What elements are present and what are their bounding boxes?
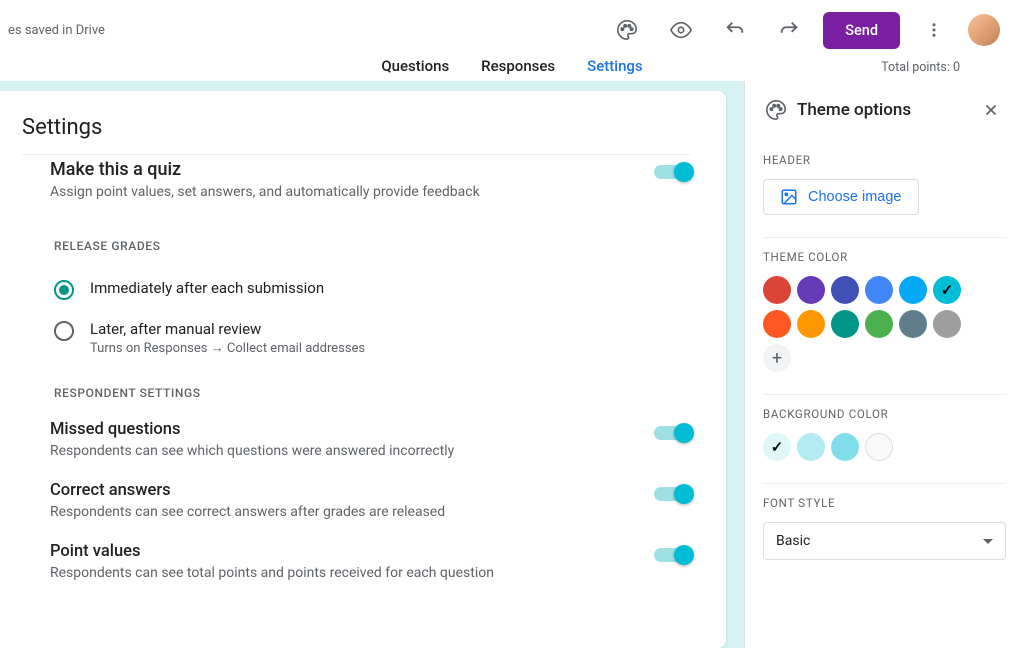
- eye-icon: [670, 19, 692, 41]
- radio-label-immediately: Immediately after each submission: [90, 279, 324, 297]
- release-grades-label: RELEASE GRADES: [22, 219, 690, 269]
- theme-color-swatch[interactable]: [865, 276, 893, 304]
- close-theme-button[interactable]: [978, 97, 1004, 123]
- radio-icon: [54, 280, 74, 300]
- radio-sub-later: Turns on Responses → Collect email addre…: [90, 340, 365, 356]
- theme-color-swatch[interactable]: [831, 310, 859, 338]
- theme-color-swatch[interactable]: [763, 310, 791, 338]
- settings-title: Settings: [22, 115, 690, 155]
- radio-later[interactable]: Later, after manual review Turns on Resp…: [54, 310, 690, 366]
- radio-immediately[interactable]: Immediately after each submission: [54, 269, 690, 310]
- correct-desc: Respondents can see correct answers afte…: [50, 504, 654, 520]
- quiz-desc: Assign point values, set answers, and au…: [50, 184, 654, 200]
- points-title: Point values: [50, 542, 654, 561]
- save-status-text: es saved in Drive: [8, 23, 105, 38]
- header-section-label: HEADER: [763, 153, 1006, 167]
- missed-toggle[interactable]: [654, 426, 690, 440]
- preview-button[interactable]: [661, 10, 701, 50]
- theme-color-swatch[interactable]: [831, 276, 859, 304]
- more-options-button[interactable]: [914, 10, 954, 50]
- bg-color-label: BACKGROUND COLOR: [763, 407, 1006, 421]
- theme-color-swatch[interactable]: [933, 310, 961, 338]
- missed-title: Missed questions: [50, 420, 654, 439]
- chevron-down-icon: [983, 539, 993, 544]
- tab-responses[interactable]: Responses: [479, 51, 557, 84]
- tab-bar: Questions Responses Settings Total point…: [0, 60, 1024, 81]
- theme-color-label: THEME COLOR: [763, 250, 1006, 264]
- tab-settings[interactable]: Settings: [585, 51, 645, 84]
- bg-color-swatch[interactable]: [831, 433, 859, 461]
- customize-theme-button[interactable]: [607, 10, 647, 50]
- font-value: Basic: [776, 533, 810, 549]
- undo-button[interactable]: [715, 10, 755, 50]
- theme-color-swatch[interactable]: [865, 310, 893, 338]
- palette-icon: [616, 19, 638, 41]
- theme-color-swatch[interactable]: [933, 276, 961, 304]
- bg-color-swatch[interactable]: [865, 433, 893, 461]
- correct-title: Correct answers: [50, 481, 654, 500]
- theme-color-swatch[interactable]: [797, 310, 825, 338]
- quiz-title: Make this a quiz: [50, 159, 654, 180]
- tab-questions[interactable]: Questions: [379, 51, 451, 84]
- radio-label-later: Later, after manual review: [90, 320, 365, 338]
- image-icon: [780, 188, 798, 206]
- points-desc: Respondents can see total points and poi…: [50, 565, 654, 581]
- correct-toggle[interactable]: [654, 487, 690, 501]
- palette-icon: [765, 99, 787, 121]
- points-toggle[interactable]: [654, 548, 690, 562]
- add-theme-color[interactable]: +: [763, 344, 791, 372]
- more-vert-icon: [925, 21, 943, 39]
- font-select[interactable]: Basic: [763, 522, 1006, 560]
- send-button[interactable]: Send: [823, 12, 900, 49]
- redo-button[interactable]: [769, 10, 809, 50]
- theme-color-swatch[interactable]: [899, 276, 927, 304]
- font-style-label: FONT STYLE: [763, 496, 1006, 510]
- settings-card: Settings Make this a quiz Assign point v…: [0, 91, 726, 648]
- choose-image-button[interactable]: Choose image: [763, 179, 919, 215]
- theme-color-swatches: +: [763, 276, 993, 372]
- quiz-toggle[interactable]: [654, 165, 690, 179]
- theme-title: Theme options: [797, 100, 968, 120]
- total-points-label: Total points: 0: [881, 60, 960, 75]
- user-avatar[interactable]: [968, 14, 1000, 46]
- undo-icon: [724, 19, 746, 41]
- theme-color-swatch[interactable]: [899, 310, 927, 338]
- theme-color-swatch[interactable]: [797, 276, 825, 304]
- theme-panel: Theme options HEADER Choose image THEME …: [744, 81, 1024, 648]
- respondent-settings-label: RESPONDENT SETTINGS: [22, 366, 690, 416]
- redo-icon: [778, 19, 800, 41]
- bg-color-swatch[interactable]: [797, 433, 825, 461]
- bg-color-swatch[interactable]: [763, 433, 791, 461]
- close-icon: [982, 101, 1000, 119]
- missed-desc: Respondents can see which questions were…: [50, 443, 654, 459]
- choose-image-label: Choose image: [808, 189, 902, 205]
- radio-icon: [54, 321, 74, 341]
- bg-color-swatches: [763, 433, 993, 461]
- theme-color-swatch[interactable]: [763, 276, 791, 304]
